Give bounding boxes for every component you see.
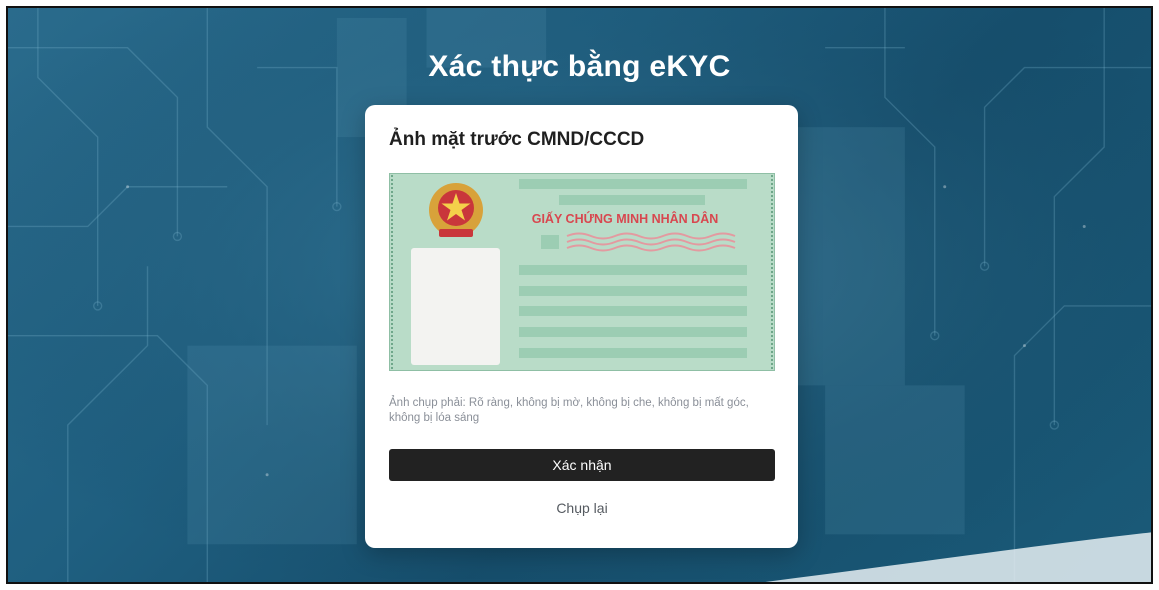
confirm-button[interactable]: Xác nhận (389, 449, 775, 481)
ekyc-card: Ảnh mặt trước CMND/CCCD GIẤY CHỨNG MINH … (365, 105, 798, 548)
vietnam-emblem-icon (429, 183, 483, 237)
photo-requirements-hint: Ảnh chụp phải: Rõ ràng, không bị mờ, khô… (389, 397, 749, 424)
page-title: Xác thực bằng eKYC (428, 50, 731, 83)
page-frame: Xác thực bằng eKYC Ảnh mặt trước CMND/CC… (6, 6, 1153, 584)
id-card-front-illustration: GIẤY CHỨNG MINH NHÂN DÂN (389, 173, 775, 371)
retake-button[interactable]: Chụp lại (389, 495, 775, 521)
id-card-header-text: GIẤY CHỨNG MINH NHÂN DÂN (532, 211, 719, 226)
card-title: Ảnh mặt trước CMND/CCCD (389, 129, 645, 150)
